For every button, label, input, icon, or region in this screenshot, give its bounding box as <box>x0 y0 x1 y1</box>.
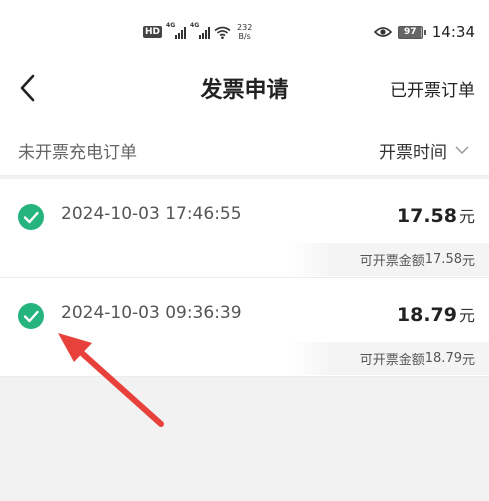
invoiceable-amount-bar: 可开票金额 17.58 元 <box>289 243 489 276</box>
uninvoiced-orders-label: 未开票充电订单 <box>18 143 137 163</box>
header-spacer <box>0 114 489 124</box>
order-amount-value: 17.58 <box>396 205 457 227</box>
order-time: 2024-10-03 09:36:39 <box>61 303 242 323</box>
invoiceable-unit: 元 <box>461 254 475 269</box>
wifi-icon <box>214 26 231 39</box>
sort-label: 开票时间 <box>379 142 447 163</box>
check-circle-icon[interactable] <box>17 302 45 330</box>
order-card[interactable]: 2024-10-03 17:46:55 17.58 元 可开票金额 17.58 … <box>0 179 489 278</box>
status-indicators: HD 4G 4G 232 B/s <box>143 20 252 44</box>
order-amount: 17.58 元 <box>397 203 475 227</box>
status-bar: HD 4G 4G 232 B/s 97 14:34 <box>0 0 489 62</box>
back-button[interactable] <box>8 68 48 108</box>
chevron-left-icon <box>20 74 35 102</box>
invoiceable-label: 可开票金额 <box>359 353 425 368</box>
order-amount-value: 18.79 <box>396 304 457 326</box>
status-time: 14:34 <box>431 23 475 41</box>
network-type-label: 4G <box>190 22 200 29</box>
status-right: 97 14:34 <box>373 20 475 44</box>
invoiceable-value: 18.79 <box>424 351 462 366</box>
signal-strength-icon: 4G <box>190 22 211 39</box>
chevron-down-icon <box>455 145 469 154</box>
invoiceable-label: 可开票金额 <box>359 254 425 269</box>
invoiceable-value: 17.58 <box>424 252 462 267</box>
invoiceable-unit: 元 <box>461 353 475 368</box>
hd-voice-icon: HD <box>143 26 163 38</box>
currency-unit: 元 <box>458 306 475 325</box>
network-speed: 232 B/s <box>237 23 252 41</box>
network-speed-unit: B/s <box>238 32 251 41</box>
invoiced-orders-link[interactable]: 已开票订单 <box>390 76 475 101</box>
battery-level: 97 <box>397 25 423 39</box>
filter-row: 未开票充电订单 开票时间 <box>0 124 489 176</box>
invoiceable-amount-bar: 可开票金额 18.79 元 <box>289 342 489 375</box>
order-amount: 18.79 元 <box>397 302 475 326</box>
empty-list-area <box>0 377 489 501</box>
eye-icon <box>373 27 392 37</box>
network-type-label: 4G <box>166 22 176 29</box>
check-circle-icon[interactable] <box>17 203 45 231</box>
sort-by-invoice-time-dropdown[interactable]: 开票时间 <box>379 136 469 164</box>
currency-unit: 元 <box>458 207 475 226</box>
order-card[interactable]: 2024-10-03 09:36:39 18.79 元 可开票金额 18.79 … <box>0 278 489 377</box>
signal-strength-icon: 4G <box>166 22 187 39</box>
battery-icon: 97 <box>397 25 426 39</box>
nav-bar: 发票申请 已开票订单 <box>0 62 489 114</box>
network-speed-value: 232 <box>237 23 253 32</box>
order-time: 2024-10-03 17:46:55 <box>61 204 242 224</box>
